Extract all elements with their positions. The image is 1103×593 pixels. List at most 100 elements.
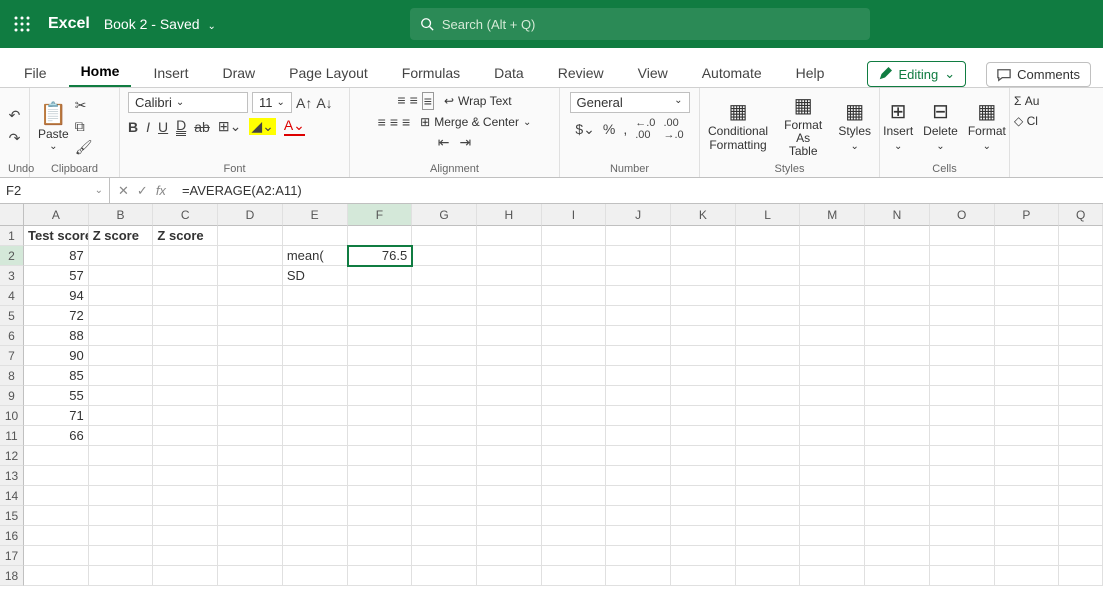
cell-E12[interactable] [283, 446, 348, 466]
cell-G1[interactable] [412, 226, 477, 246]
column-header-J[interactable]: J [606, 204, 671, 226]
cell-C5[interactable] [153, 306, 218, 326]
cell-J18[interactable] [606, 566, 671, 586]
cell-E6[interactable] [283, 326, 348, 346]
cell-L6[interactable] [736, 326, 801, 346]
cell-A6[interactable]: 88 [24, 326, 89, 346]
cell-P8[interactable] [995, 366, 1060, 386]
decrease-font-size-icon[interactable]: A↓ [316, 95, 332, 111]
cell-N11[interactable] [865, 426, 930, 446]
increase-indent-icon[interactable]: ⇥ [460, 134, 472, 151]
row-header-15[interactable]: 15 [0, 506, 24, 526]
cell-B12[interactable] [89, 446, 154, 466]
tab-formulas[interactable]: Formulas [390, 57, 472, 87]
cell-B1[interactable]: Z score [89, 226, 154, 246]
cell-F9[interactable] [348, 386, 413, 406]
cell-G14[interactable] [412, 486, 477, 506]
cell-B2[interactable] [89, 246, 154, 266]
cell-E10[interactable] [283, 406, 348, 426]
cancel-formula-icon[interactable]: ✕ [118, 183, 129, 199]
underline-button[interactable]: U [158, 119, 168, 135]
column-header-L[interactable]: L [736, 204, 801, 226]
paste-button[interactable]: 📋 Paste ⌄ [38, 101, 69, 152]
cell-I7[interactable] [542, 346, 607, 366]
cell-D10[interactable] [218, 406, 283, 426]
cell-J13[interactable] [606, 466, 671, 486]
tab-home[interactable]: Home [69, 55, 132, 87]
number-format-select[interactable]: General⌄ [570, 92, 690, 113]
cell-I12[interactable] [542, 446, 607, 466]
cell-K3[interactable] [671, 266, 736, 286]
cell-K6[interactable] [671, 326, 736, 346]
column-header-F[interactable]: F [348, 204, 413, 226]
cell-P4[interactable] [995, 286, 1060, 306]
cell-D3[interactable] [218, 266, 283, 286]
cell-L10[interactable] [736, 406, 801, 426]
cell-L2[interactable] [736, 246, 801, 266]
cell-K14[interactable] [671, 486, 736, 506]
cell-A8[interactable]: 85 [24, 366, 89, 386]
cell-M3[interactable] [800, 266, 865, 286]
cell-F11[interactable] [348, 426, 413, 446]
cell-H7[interactable] [477, 346, 542, 366]
cell-N10[interactable] [865, 406, 930, 426]
cell-L15[interactable] [736, 506, 801, 526]
cell-styles-button[interactable]: ▦ Styles ⌄ [838, 101, 871, 151]
cell-J3[interactable] [606, 266, 671, 286]
cell-B10[interactable] [89, 406, 154, 426]
cell-N15[interactable] [865, 506, 930, 526]
cell-I5[interactable] [542, 306, 607, 326]
cell-A2[interactable]: 87 [24, 246, 89, 266]
cell-F2[interactable]: 76.5 [348, 246, 413, 266]
cell-E4[interactable] [283, 286, 348, 306]
cell-L18[interactable] [736, 566, 801, 586]
cell-Q8[interactable] [1059, 366, 1103, 386]
editing-mode-button[interactable]: Editing ⌄ [867, 61, 966, 87]
cell-F12[interactable] [348, 446, 413, 466]
cell-A7[interactable]: 90 [24, 346, 89, 366]
cell-C8[interactable] [153, 366, 218, 386]
cell-F18[interactable] [348, 566, 413, 586]
cell-L17[interactable] [736, 546, 801, 566]
row-header-1[interactable]: 1 [0, 226, 24, 246]
cell-H14[interactable] [477, 486, 542, 506]
column-header-A[interactable]: A [24, 204, 89, 226]
cell-C4[interactable] [153, 286, 218, 306]
tab-page-layout[interactable]: Page Layout [277, 57, 380, 87]
cell-P16[interactable] [995, 526, 1060, 546]
cell-C17[interactable] [153, 546, 218, 566]
delete-cells-button[interactable]: ⊟ Delete ⌄ [923, 101, 958, 151]
cell-F8[interactable] [348, 366, 413, 386]
cell-M7[interactable] [800, 346, 865, 366]
cell-I4[interactable] [542, 286, 607, 306]
cell-Q17[interactable] [1059, 546, 1103, 566]
cell-I15[interactable] [542, 506, 607, 526]
fill-color-button[interactable]: ◢⌄ [249, 118, 276, 135]
cell-F10[interactable] [348, 406, 413, 426]
increase-font-size-icon[interactable]: A↑ [296, 95, 312, 111]
cell-Q2[interactable] [1059, 246, 1103, 266]
tab-view[interactable]: View [626, 57, 680, 87]
italic-button[interactable]: I [146, 119, 150, 135]
cell-I17[interactable] [542, 546, 607, 566]
cell-C12[interactable] [153, 446, 218, 466]
cell-H1[interactable] [477, 226, 542, 246]
cell-G3[interactable] [412, 266, 477, 286]
cell-D18[interactable] [218, 566, 283, 586]
cell-E18[interactable] [283, 566, 348, 586]
cell-Q1[interactable] [1059, 226, 1103, 246]
row-header-6[interactable]: 6 [0, 326, 24, 346]
cell-J7[interactable] [606, 346, 671, 366]
cell-F14[interactable] [348, 486, 413, 506]
cell-E5[interactable] [283, 306, 348, 326]
cell-A17[interactable] [24, 546, 89, 566]
cell-A13[interactable] [24, 466, 89, 486]
cell-G13[interactable] [412, 466, 477, 486]
cell-M4[interactable] [800, 286, 865, 306]
column-header-G[interactable]: G [412, 204, 477, 226]
cell-L12[interactable] [736, 446, 801, 466]
cell-D1[interactable] [218, 226, 283, 246]
column-header-C[interactable]: C [153, 204, 218, 226]
cell-K1[interactable] [671, 226, 736, 246]
cell-L8[interactable] [736, 366, 801, 386]
